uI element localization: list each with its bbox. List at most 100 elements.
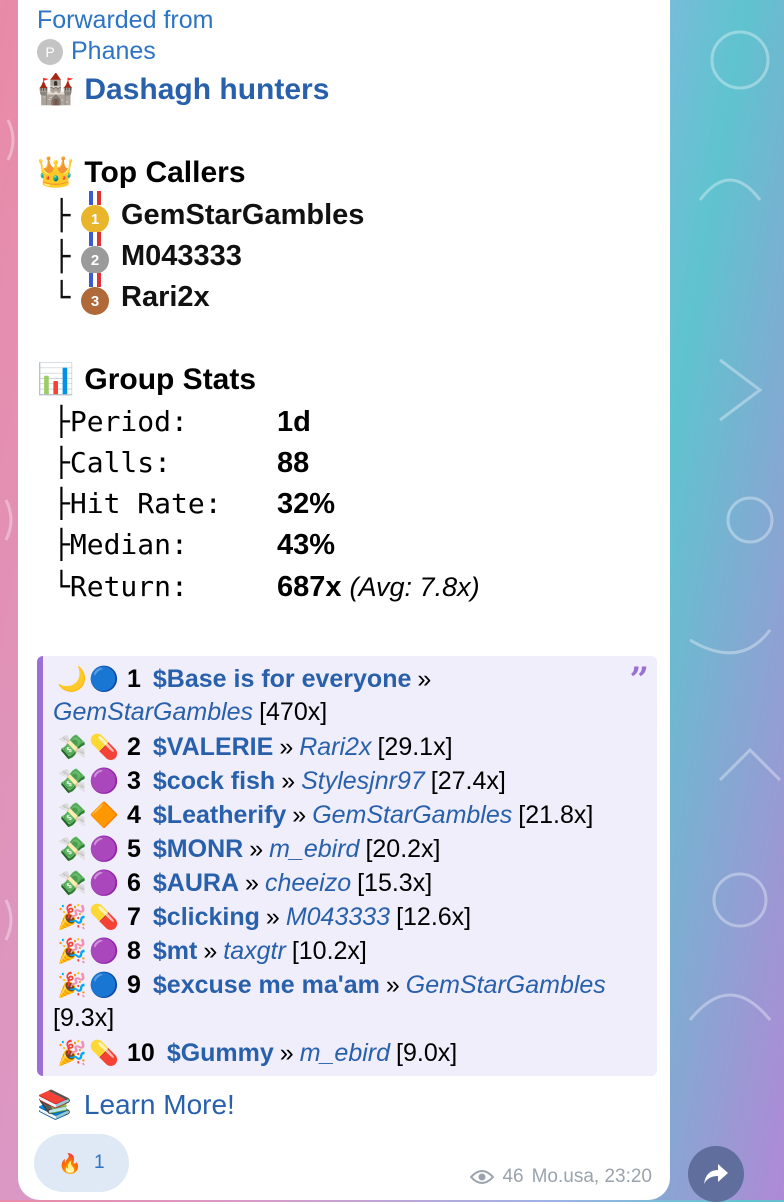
crown-icon: 👑 <box>37 155 75 190</box>
multiplier: [9.3x] <box>53 1004 115 1032</box>
token-symbol[interactable]: $VALERIE <box>153 733 273 762</box>
separator: » <box>279 732 294 761</box>
caller-username[interactable]: Stylesjnr97 <box>301 767 425 796</box>
entry-icon: 🟣 <box>89 937 119 965</box>
bronze-medal-icon: 3 <box>81 273 109 315</box>
books-icon: 📚 <box>37 1088 72 1121</box>
caller-item: ├ 1 GemStarGambles <box>53 191 365 233</box>
separator: » <box>249 834 264 863</box>
token-symbol[interactable]: $mt <box>153 937 197 966</box>
quote-block: ” 🌙 🔵 1 $Base is for everyone» GemStarGamble… <box>37 656 657 1076</box>
token-symbol[interactable]: $Leatherify <box>153 801 286 830</box>
entry-icon: 💸 <box>57 767 87 795</box>
leaderboard-entry: 🎉 💊 10 $Gummy» m_ebird [9.0x] <box>57 1038 457 1068</box>
multiplier: [12.6x] <box>396 902 472 931</box>
entry-icon: 🎉 <box>57 971 87 999</box>
token-symbol[interactable]: $Base is for everyone <box>153 665 411 694</box>
caller-name: Rari2x <box>121 280 210 313</box>
caller-name: M043333 <box>121 239 242 272</box>
share-arrow-icon <box>704 1164 728 1184</box>
caller-username[interactable]: m_ebird <box>269 835 359 864</box>
entry-rank: 7 <box>127 902 141 931</box>
entry-rank: 3 <box>127 766 141 795</box>
separator: » <box>385 970 400 999</box>
learn-more-link[interactable]: 📚 Learn More! <box>37 1088 235 1121</box>
author-and-time: Mo.usa, 23:20 <box>531 1166 652 1187</box>
forward-source[interactable]: P Phanes <box>37 37 156 66</box>
forward-source-name[interactable]: Phanes <box>71 37 156 66</box>
entry-icon: 🔵 <box>89 665 119 693</box>
stat-row: ├Median: 43% <box>53 528 336 561</box>
multiplier: [20.2x] <box>365 834 441 863</box>
leaderboard-entry-continued: [9.3x] <box>53 1004 114 1033</box>
fire-reaction-button[interactable]: 🔥 1 <box>34 1134 129 1192</box>
stat-row: └Return: 687x (Avg: 7.8x) <box>53 570 480 603</box>
entry-icon: 🟣 <box>89 767 119 795</box>
multiplier: [470x] <box>259 698 328 726</box>
multiplier: [9.0x] <box>396 1038 458 1067</box>
stat-row: ├Period: 1d <box>53 405 311 438</box>
source-avatar: P <box>37 38 63 65</box>
separator: » <box>417 664 432 693</box>
separator: » <box>292 800 307 829</box>
entry-icon: 🌙 <box>57 665 87 693</box>
entry-rank: 2 <box>127 732 141 761</box>
entry-icon: 💊 <box>89 733 119 761</box>
caller-username[interactable]: Rari2x <box>299 733 371 762</box>
entry-rank: 6 <box>127 868 141 897</box>
entry-icon: 🎉 <box>57 937 87 965</box>
channel-name[interactable]: Dashagh hunters <box>84 73 329 107</box>
token-symbol[interactable]: $clicking <box>153 903 260 932</box>
token-symbol[interactable]: $Gummy <box>167 1039 274 1068</box>
caller-name: GemStarGambles <box>121 198 365 231</box>
separator: » <box>245 868 259 897</box>
caller-username[interactable]: cheeizo <box>265 869 351 898</box>
entry-icon: 🔶 <box>89 801 119 829</box>
separator: » <box>279 1038 294 1067</box>
eye-icon <box>470 1170 495 1184</box>
entry-rank: 4 <box>127 800 141 829</box>
caller-item: └ 3 Rari2x <box>53 273 210 315</box>
stat-row: ├Hit Rate: 32% <box>53 487 336 520</box>
bar-chart-icon: 📊 <box>37 362 75 397</box>
entry-rank: 8 <box>127 936 141 965</box>
entry-icon: 🔵 <box>89 971 119 999</box>
silver-medal-icon: 2 <box>81 232 109 274</box>
token-symbol[interactable]: $excuse me ma'am <box>153 971 380 1000</box>
entry-icon: 💊 <box>89 1039 119 1067</box>
top-callers-title: 👑 Top Callers <box>37 155 246 190</box>
message-meta: 46 Mo.usa, 23:20 <box>470 1166 652 1188</box>
stat-row: ├Calls: 88 <box>53 446 310 479</box>
entry-icon: 🟣 <box>89 835 119 863</box>
token-symbol[interactable]: $MONR <box>153 835 243 864</box>
caller-username[interactable]: GemStarGambles <box>53 698 253 727</box>
group-stats-title: 📊 Group Stats <box>37 362 257 397</box>
share-button[interactable] <box>688 1146 744 1202</box>
entry-icon: 💸 <box>57 869 87 897</box>
multiplier: [21.8x] <box>518 800 594 829</box>
forwarded-from-label: Forwarded from <box>37 6 214 34</box>
castle-icon: 🏰 <box>37 72 75 107</box>
separator: » <box>265 902 280 931</box>
token-symbol[interactable]: $AURA <box>153 869 239 898</box>
leaderboard-entry: 🎉 🔵 9 $excuse me ma'am» GemStarGambles <box>57 970 606 1000</box>
leaderboard-entry: 🎉 🟣 8 $mt» taxgtr [10.2x] <box>57 936 367 966</box>
channel-link[interactable]: 🏰 Dashagh hunters <box>37 72 329 107</box>
leaderboard-entry: 🌙 🔵 1 $Base is for everyone» <box>57 664 437 694</box>
caller-username[interactable]: GemStarGambles <box>406 971 606 1000</box>
caller-username[interactable]: m_ebird <box>300 1039 390 1068</box>
entry-icon: 💸 <box>57 733 87 761</box>
fire-icon: 🔥 <box>58 1152 83 1175</box>
leaderboard-entry: 💸 🔶 4 $Leatherify» GemStarGambles [21.8x] <box>57 800 593 830</box>
learn-more-label[interactable]: Learn More! <box>84 1089 235 1121</box>
separator: » <box>203 936 218 965</box>
entry-rank: 5 <box>127 834 141 863</box>
caller-username[interactable]: GemStarGambles <box>312 801 512 830</box>
token-symbol[interactable]: $cock fish <box>153 767 275 796</box>
caller-username[interactable]: taxgtr <box>223 937 286 966</box>
caller-username[interactable]: M043333 <box>286 903 390 932</box>
leaderboard-entry: 💸 💊 2 $VALERIE » Rari2x [29.1x] <box>57 732 452 762</box>
entry-icon: 🎉 <box>57 903 87 931</box>
reaction-count: 1 <box>94 1152 105 1173</box>
leaderboard-entry: 💸 🟣 6 $AURA» cheeizo [15.3x] <box>57 868 432 898</box>
